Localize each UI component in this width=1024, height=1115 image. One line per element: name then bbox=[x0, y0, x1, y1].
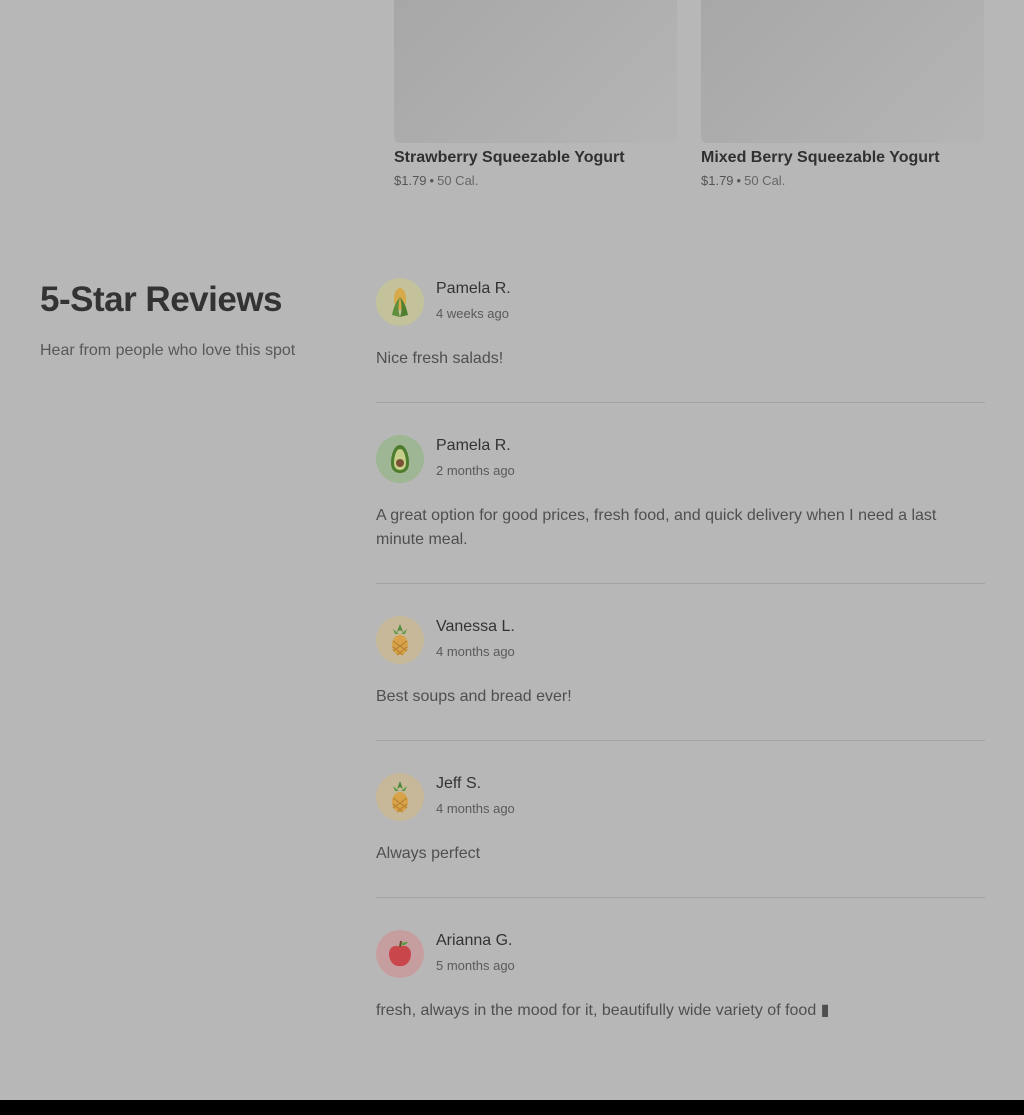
product-image[interactable] bbox=[701, 0, 984, 143]
reviewer-name: Jeff S. bbox=[436, 775, 482, 792]
product-calories: 50 Cal. bbox=[437, 173, 479, 188]
reviews-title: 5-Star Reviews bbox=[40, 280, 283, 319]
divider bbox=[376, 583, 985, 584]
product-price: $1.79 bbox=[701, 173, 734, 188]
reviewer-name: Arianna G. bbox=[436, 932, 513, 949]
pineapple-icon bbox=[376, 616, 424, 664]
separator: • bbox=[736, 173, 742, 188]
review-date: 4 months ago bbox=[436, 801, 515, 816]
review-text: A great option for good prices, fresh fo… bbox=[376, 507, 937, 548]
review-date: 5 months ago bbox=[436, 958, 515, 973]
product-card[interactable]: Mixed Berry Squeezable Yogurt $1.79 • 50 C… bbox=[701, 0, 984, 188]
review-item: Pamela R. 4 weeks ago Nice fresh salads! bbox=[376, 278, 985, 371]
product-image[interactable] bbox=[394, 0, 677, 143]
corn-icon bbox=[376, 278, 424, 326]
review-text: Always perfect bbox=[376, 845, 481, 862]
footer-bar bbox=[0, 1100, 1024, 1115]
reviewer-name: Pamela R. bbox=[436, 280, 511, 297]
review-item: Jeff S. 4 months ago Always perfect bbox=[376, 773, 985, 866]
separator: • bbox=[429, 173, 435, 188]
review-item: Arianna G. 5 months ago fresh, always in… bbox=[376, 930, 985, 1023]
product-calories: 50 Cal. bbox=[744, 173, 786, 188]
apple-icon bbox=[376, 930, 424, 978]
divider bbox=[376, 897, 985, 898]
product-meta: $1.79 • 50 Cal. bbox=[701, 173, 984, 188]
reviews-header: 5-Star Reviews Hear from people who love… bbox=[40, 280, 295, 360]
pineapple-icon bbox=[376, 773, 424, 821]
divider bbox=[376, 402, 985, 403]
review-date: 4 months ago bbox=[436, 644, 515, 659]
avocado-icon bbox=[376, 435, 424, 483]
reviewer-name: Pamela R. bbox=[436, 437, 511, 454]
product-carousel: Strawberry Squeezable Yogurt $1.79 • 50 Ca… bbox=[0, 0, 1024, 220]
divider bbox=[376, 740, 985, 741]
review-item: Vanessa L. 4 months ago Best soups and b… bbox=[376, 616, 985, 709]
review-text: Best soups and bread ever! bbox=[376, 688, 572, 705]
product-name: Strawberry Squeezable Yogurt bbox=[394, 149, 625, 166]
review-text: fresh, always in the mood for it, beauti… bbox=[376, 1002, 830, 1019]
reviewer-name: Vanessa L. bbox=[436, 618, 515, 635]
review-date: 4 weeks ago bbox=[436, 306, 509, 321]
product-meta: $1.79 • 50 Cal. bbox=[394, 173, 677, 188]
reviews-subtitle: Hear from people who love this spot bbox=[40, 342, 296, 359]
product-price: $1.79 bbox=[394, 173, 427, 188]
product-name: Mixed Berry Squeezable Yogurt bbox=[701, 149, 940, 166]
review-text: Nice fresh salads! bbox=[376, 350, 504, 367]
review-date: 2 months ago bbox=[436, 463, 515, 478]
product-card[interactable]: Strawberry Squeezable Yogurt $1.79 • 50 Ca… bbox=[394, 0, 677, 188]
review-item: Pamela R. 2 months ago A great option fo… bbox=[376, 435, 985, 552]
